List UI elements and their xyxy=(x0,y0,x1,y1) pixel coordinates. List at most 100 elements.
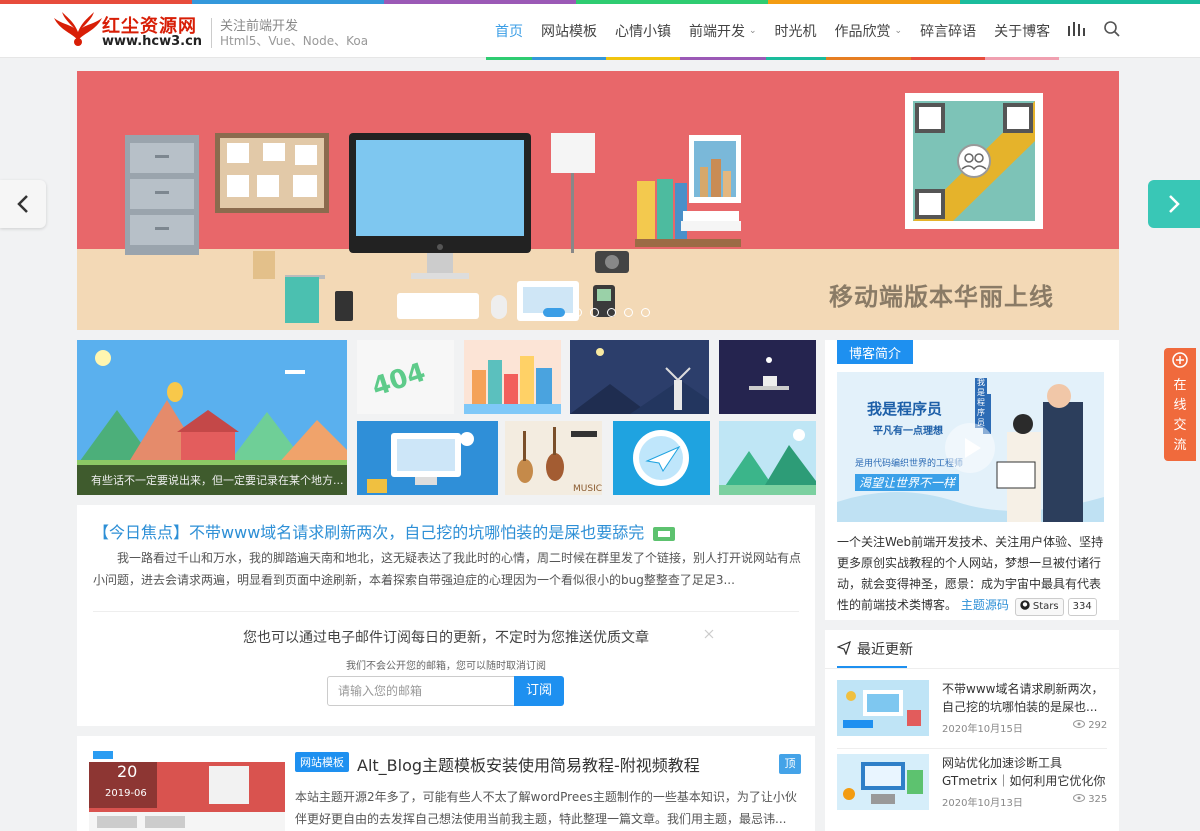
subscribe-button[interactable]: 订阅 xyxy=(514,676,564,706)
logo-divider xyxy=(211,18,212,48)
gallery-thumb[interactable]: 404 xyxy=(357,340,454,414)
slider-dot[interactable] xyxy=(607,308,616,317)
computer-workspace-image xyxy=(367,432,474,493)
slider-pagination xyxy=(543,308,650,317)
slider-dot[interactable] xyxy=(543,308,565,317)
chevron-down-icon: ⌄ xyxy=(894,26,903,36)
logo-domain: www.hcw3.cn xyxy=(102,34,203,49)
nav-item-templates[interactable]: 网站模板 xyxy=(532,4,606,60)
recent-post-item[interactable]: 网站优化加速诊断工具GTmetrix｜如何利用它优化你的网站 2020年10月1… xyxy=(825,754,1120,826)
github-icon xyxy=(1020,600,1030,610)
gallery-thumb[interactable] xyxy=(719,421,816,495)
gallery-thumb[interactable] xyxy=(719,340,816,414)
gallery-thumb[interactable] xyxy=(464,340,561,414)
new-badge-icon xyxy=(653,526,676,541)
intro-video-thumbnail[interactable]: 我是程序员 平凡有一点理想 是用代码编织世界的工程师 渴望让世界不一样 我是程序… xyxy=(837,372,1104,522)
nav-item-home[interactable]: 首页 xyxy=(486,4,532,60)
nav-underline xyxy=(911,57,986,60)
slider-prev-button[interactable] xyxy=(0,180,46,228)
nav-label: 网站模板 xyxy=(541,24,597,40)
nav-label: 时光机 xyxy=(774,24,817,40)
nav-underline xyxy=(532,57,606,60)
nav-item-frontend[interactable]: 前端开发 ⌄ xyxy=(680,4,766,60)
slider-dot[interactable] xyxy=(590,308,599,317)
paper-plane-image xyxy=(633,430,689,486)
svg-text:404: 404 xyxy=(368,357,429,402)
slider-dot[interactable] xyxy=(573,308,582,317)
recent-post-item[interactable]: 不带www域名请求刷新两次，自己挖的坑哪怕装的是屎也... 2020年10月15… xyxy=(825,680,1120,752)
nav-item-works[interactable]: 作品欣赏 ⌄ xyxy=(825,4,912,60)
nav-item-notes[interactable]: 碎言碎语 xyxy=(911,4,986,60)
nav-item-mood[interactable]: 心情小镇 xyxy=(606,4,680,60)
gallery-featured-caption: 有些话不一定要说出来，但一定要记录在某个地方... xyxy=(77,465,347,495)
chevron-right-icon xyxy=(1169,195,1180,213)
recent-post-thumb xyxy=(837,680,929,736)
stars-label: Stars xyxy=(1032,601,1059,612)
gallery-thumb[interactable] xyxy=(570,340,709,414)
error-404-image: 404 xyxy=(368,357,429,402)
site-tagline-sub: Html5、Vue、Node、Koa xyxy=(220,34,369,48)
chevron-left-icon xyxy=(17,195,28,213)
sidebar-intro-text: 一个关注Web前端开发技术、关注用户体验、坚持更多原创实战教程的个人网站，梦想一… xyxy=(837,532,1107,616)
play-icon[interactable] xyxy=(944,422,996,474)
nav-item-timeline[interactable]: 时光机 xyxy=(765,4,826,60)
gallery-thumb[interactable] xyxy=(613,421,710,495)
stats-icon[interactable] xyxy=(1066,20,1086,38)
windmill-night-image xyxy=(570,348,709,414)
recent-post-views: 292 xyxy=(1073,720,1107,731)
nav-underline xyxy=(765,57,826,60)
pinned-badge: 顶 xyxy=(779,754,801,774)
nav-underline xyxy=(606,57,680,60)
divider xyxy=(93,611,799,612)
views-count: 325 xyxy=(1088,794,1108,805)
gallery-thumb[interactable]: MUSIC xyxy=(505,421,602,495)
recent-post-date: 2020年10月13日 xyxy=(942,798,1023,809)
desk-night-image xyxy=(749,357,789,390)
theme-source-link[interactable]: 主题源码 xyxy=(961,598,1009,612)
subscribe-email-input[interactable]: 请输入您的邮箱 xyxy=(327,676,515,706)
nav-underline xyxy=(486,57,532,60)
eye-icon xyxy=(1073,794,1085,802)
featured-title-text: 不带www域名请求刷新两次，自己挖的坑哪怕装的是屎也要舔完 xyxy=(189,523,645,542)
github-stars-button[interactable]: Stars xyxy=(1014,598,1064,616)
post-excerpt: 本站主题开源2年多了，可能有些人不太了解wordPrees主题制作的一些基本知识… xyxy=(295,790,797,826)
online-chat-tab[interactable]: 在线交流 xyxy=(1164,348,1196,461)
sidebar-recent-card: 最近更新 不带www域名请求刷新两次，自己挖的坑哪怕装的是屎也... 2020年… xyxy=(825,630,1119,831)
chevron-down-icon: ⌄ xyxy=(749,26,757,36)
hero-slider[interactable]: 移动端版本华丽上线 xyxy=(77,71,1119,330)
nav-label: 首页 xyxy=(495,24,523,40)
send-icon xyxy=(837,641,851,655)
post-thumbnail[interactable]: 20 2019-06 xyxy=(89,748,285,831)
featured-title[interactable]: 【今日焦点】不带www域名请求刷新两次，自己挖的坑哪怕装的是屎也要舔完 xyxy=(93,519,676,543)
intro-image-slogan: 渴望让世界不一样 xyxy=(855,474,960,491)
slider-dot[interactable] xyxy=(641,308,650,317)
featured-prefix: 【今日焦点】 xyxy=(93,523,190,542)
nav-underline xyxy=(825,57,912,60)
recent-post-thumb xyxy=(837,754,929,810)
gallery-featured-image[interactable]: 有些话不一定要说出来，但一定要记录在某个地方... xyxy=(77,340,347,495)
post-category-badge[interactable]: 网站模板 xyxy=(295,752,349,772)
plus-circle-icon xyxy=(1172,352,1188,368)
post-title[interactable]: Alt_Blog主题模板安装使用简易教程-附视频教程 xyxy=(357,752,700,776)
qr-code xyxy=(905,93,1043,229)
eye-icon xyxy=(1073,720,1085,728)
nav-label: 作品欣赏 xyxy=(834,24,891,40)
close-icon[interactable] xyxy=(703,628,715,640)
mountain-landscape-image xyxy=(719,429,816,495)
nav-underline xyxy=(680,57,766,60)
nav-label: 心情小镇 xyxy=(615,24,671,40)
site-logo[interactable]: 红尘资源网 www.hcw3.cn xyxy=(54,10,204,54)
nav-item-about[interactable]: 关于博客 xyxy=(985,4,1060,60)
music-instruments-image: MUSIC xyxy=(517,427,602,494)
recent-post-date: 2020年10月15日 xyxy=(942,724,1023,735)
post-month: 2019-06 xyxy=(105,788,147,799)
search-icon[interactable] xyxy=(1103,20,1121,38)
slider-next-button[interactable] xyxy=(1148,180,1200,228)
slider-dot[interactable] xyxy=(624,308,633,317)
sidebar-intro-card: 博客简介 我是程序员 平凡有一点理想 是用代码编织世界的工程师 渴望让世界不一样… xyxy=(825,340,1119,620)
main-nav: 首页 网站模板 心情小镇 前端开发 ⌄ 时光机 作品欣赏 ⌄ 碎言碎语 关于博客 xyxy=(486,4,1060,60)
post-day: 20 xyxy=(117,762,138,781)
subscribe-note: 我们不会公开您的邮箱，您可以随时取消订阅 xyxy=(346,661,546,672)
intro-image-badge: 我是程序员 xyxy=(975,378,987,428)
gallery-thumb[interactable] xyxy=(357,421,498,495)
